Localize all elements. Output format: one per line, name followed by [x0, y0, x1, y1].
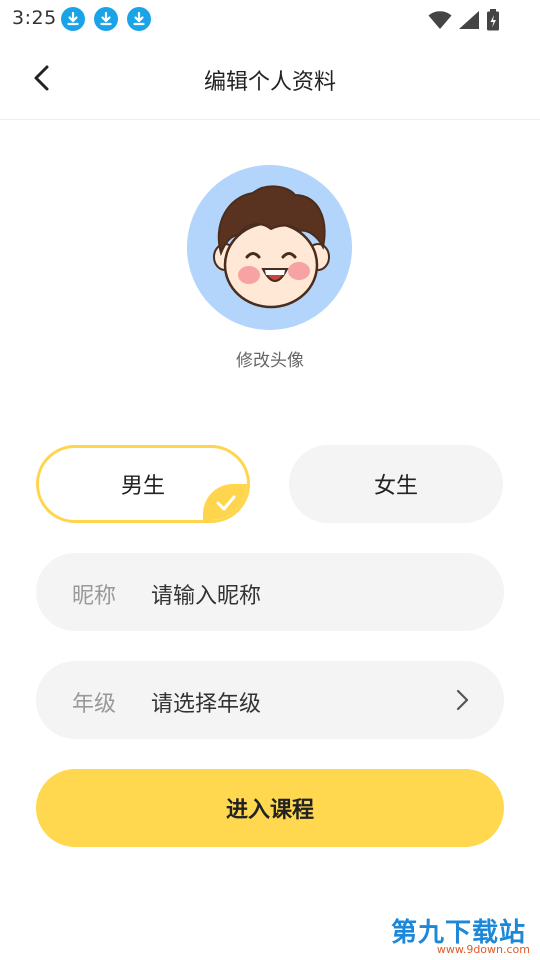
battery-icon: [487, 9, 499, 31]
grade-select[interactable]: 请选择年级: [151, 686, 261, 718]
wifi-icon: [428, 11, 452, 29]
status-time: 3:25: [12, 7, 57, 29]
watermark-logo: 第九下载站 www.9down.com: [336, 910, 536, 960]
download-icon: [127, 7, 151, 31]
selected-check-badge: [203, 484, 247, 520]
gender-male-label: 男生: [120, 474, 165, 499]
chevron-right-icon: [456, 689, 469, 711]
enter-course-button[interactable]: 进入课程: [36, 769, 504, 847]
grade-field[interactable]: 年级 请选择年级: [36, 661, 504, 739]
gender-male-option[interactable]: 男生: [36, 445, 250, 523]
cartoon-boy-avatar-image: [187, 165, 352, 330]
grade-label: 年级: [72, 692, 117, 717]
change-avatar-label[interactable]: 修改头像: [0, 346, 540, 371]
status-bar: 3:25: [0, 0, 540, 38]
status-icons: [428, 9, 500, 31]
signal-icon: [459, 11, 479, 29]
checkmark-icon: [216, 495, 236, 511]
nickname-field[interactable]: 昵称 请输入昵称: [36, 553, 504, 631]
nickname-input[interactable]: 请输入昵称: [151, 578, 261, 610]
avatar[interactable]: [187, 165, 352, 330]
gender-female-option[interactable]: 女生: [289, 445, 503, 523]
app-header: 编辑个人资料: [0, 38, 540, 120]
download-icon: [94, 7, 118, 31]
nickname-label: 昵称: [72, 584, 117, 609]
page-title: 编辑个人资料: [203, 70, 336, 95]
watermark-url: www.9down.com: [436, 943, 530, 956]
download-icon: [61, 7, 85, 31]
gender-female-label: 女生: [373, 474, 418, 499]
